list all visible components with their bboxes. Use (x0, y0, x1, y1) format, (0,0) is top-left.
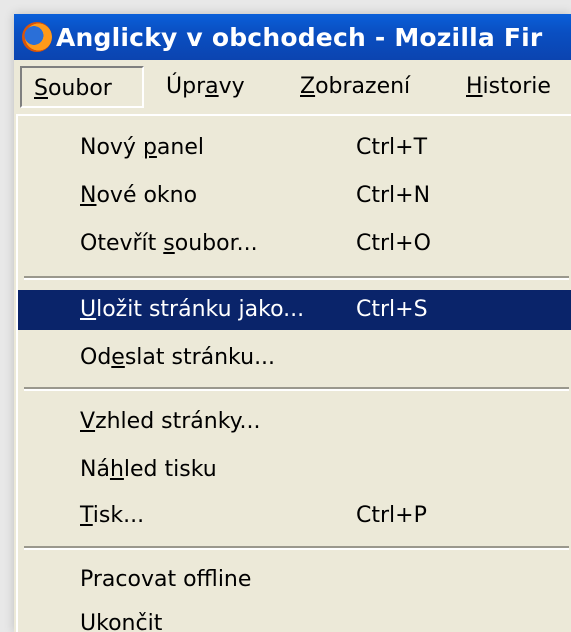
label-part: oubor... (174, 231, 258, 256)
label-part: Otevřít (80, 231, 164, 256)
label-part: Pracovat off (80, 567, 218, 592)
label-mnemonic: U (80, 297, 97, 322)
window-title: Anglicky v obchodech - Mozilla Fir (56, 22, 543, 52)
menu-historie[interactable]: Historie (466, 66, 551, 108)
menu-item-send-page[interactable]: Odeslat stránku... (18, 338, 571, 378)
label-mnemonic: N (80, 183, 97, 208)
browser-window: Anglicky v obchodech - Mozilla Fir Soubo… (14, 14, 571, 632)
label-mnemonic: e (111, 345, 125, 370)
menu-bar: Soubor Úpravy Zobrazení Historie (14, 60, 571, 114)
menu-item-open-file[interactable]: Otevřít soubor... Ctrl+O (18, 224, 571, 264)
label-part: ine (217, 567, 252, 592)
menu-separator (24, 387, 569, 391)
label-mnemonic: h (109, 457, 124, 482)
label-part: U (80, 611, 97, 632)
menu-item-label: Nové okno (80, 176, 197, 216)
menu-zobrazeni[interactable]: Zobrazení (300, 66, 410, 108)
label-part: Od (80, 345, 112, 370)
menu-zobrazeni-mnemonic: Z (300, 74, 316, 99)
menu-item-save-page[interactable]: Uložit stránku jako... Ctrl+S (18, 290, 571, 330)
menu-soubor[interactable]: Soubor (20, 66, 144, 108)
menu-item-shortcut: Ctrl+O (356, 231, 431, 256)
label-part: led tisku (123, 457, 217, 482)
menu-item-shortcut: Ctrl+S (356, 297, 428, 322)
menu-item-new-window[interactable]: Nové okno Ctrl+N (18, 176, 571, 216)
label-mnemonic: V (80, 409, 96, 434)
menu-separator (24, 276, 569, 280)
menu-separator (24, 546, 569, 550)
menu-soubor-mnemonic: S (34, 76, 48, 101)
soubor-dropdown-menu: Nový panel Ctrl+T Nové okno Ctrl+N Otevř… (16, 114, 571, 632)
label-mnemonic: s (163, 231, 175, 256)
label-part: ončit (108, 611, 163, 632)
label-part: ové okno (96, 183, 198, 208)
label-part: Ná (80, 457, 110, 482)
firefox-icon (22, 22, 52, 52)
menu-item-label: Otevřít soubor... (80, 224, 258, 264)
menu-item-label: Náhled tisku (80, 450, 217, 490)
menu-item-label: Uložit stránku jako... (80, 290, 304, 330)
menu-item-label: Nový panel (80, 128, 204, 168)
menu-soubor-text-b: oubor (47, 76, 112, 101)
menu-item-print-preview[interactable]: Náhled tisku (18, 450, 571, 490)
menu-upravy[interactable]: Úpravy (166, 66, 245, 108)
menu-item-quit[interactable]: Ukončit (18, 604, 571, 632)
menu-upravy-mnemonic: a (205, 74, 219, 99)
label-part: ložit stránku jako... (96, 297, 305, 322)
label-mnemonic: p (142, 135, 157, 160)
menu-item-label: Ukončit (80, 604, 162, 632)
menu-zobrazeni-text-b: obrazení (315, 74, 411, 99)
menu-item-label: Tisk... (80, 496, 144, 536)
menu-item-shortcut: Ctrl+P (356, 503, 427, 528)
menu-item-work-offline[interactable]: Pracovat offline (18, 560, 571, 600)
menu-item-label: Odeslat stránku... (80, 338, 275, 378)
menu-item-label: Vzhled stránky... (80, 402, 261, 442)
menu-upravy-text-b: vy (218, 74, 245, 99)
label-part: slat stránku... (124, 345, 276, 370)
label-part: isk... (92, 503, 145, 528)
menu-item-print[interactable]: Tisk... Ctrl+P (18, 496, 571, 536)
title-bar[interactable]: Anglicky v obchodech - Mozilla Fir (14, 14, 571, 60)
menu-item-shortcut: Ctrl+N (356, 183, 431, 208)
menu-item-label: Pracovat offline (80, 560, 251, 600)
label-part: zhled stránky... (95, 409, 261, 434)
label-mnemonic: T (80, 503, 93, 528)
label-part: anel (156, 135, 204, 160)
menu-item-new-tab[interactable]: Nový panel Ctrl+T (18, 128, 571, 168)
menu-item-shortcut: Ctrl+T (356, 135, 428, 160)
label-part: Nový (80, 135, 143, 160)
label-mnemonic: k (96, 611, 109, 632)
menu-historie-mnemonic: H (466, 74, 483, 99)
menu-upravy-text-a: Úpr (166, 74, 206, 99)
menu-historie-text-b: istorie (482, 74, 551, 99)
menu-item-page-setup[interactable]: Vzhled stránky... (18, 402, 571, 442)
